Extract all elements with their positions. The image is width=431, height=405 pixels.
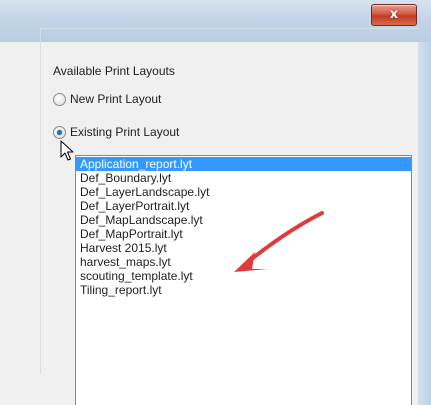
list-item-selected[interactable]: Application_report.lyt [76, 157, 411, 171]
list-item[interactable]: Def_Boundary.lyt [76, 171, 411, 185]
group-title: Available Print Layouts [53, 64, 175, 78]
list-item[interactable]: Def_MapLandscape.lyt [76, 213, 411, 227]
list-item[interactable]: Def_LayerPortrait.lyt [76, 199, 411, 213]
list-item[interactable]: scouting_template.lyt [76, 269, 411, 283]
list-item[interactable]: Def_MapPortrait.lyt [76, 227, 411, 241]
radio-label-existing: Existing Print Layout [70, 125, 180, 139]
list-item[interactable]: Tiling_report.lyt [76, 283, 411, 297]
radio-button-checked[interactable] [53, 126, 66, 139]
radio-selected-dot [57, 130, 62, 135]
radio-button-unchecked[interactable] [53, 93, 66, 106]
print-layout-dialog: x Available Print Layouts New Print Layo… [0, 0, 431, 405]
window-frame-right [418, 42, 431, 405]
list-item[interactable]: harvest_maps.lyt [76, 255, 411, 269]
list-item[interactable]: Def_LayerLandscape.lyt [76, 185, 411, 199]
close-button[interactable]: x [371, 4, 417, 26]
radio-label-new: New Print Layout [70, 92, 162, 106]
close-icon: x [389, 7, 399, 22]
mouse-pointer-icon [60, 140, 74, 161]
list-item[interactable]: Harvest 2015.lyt [76, 241, 411, 255]
print-layout-file-list[interactable]: Application_report.lyt Def_Boundary.lyt … [75, 155, 412, 405]
